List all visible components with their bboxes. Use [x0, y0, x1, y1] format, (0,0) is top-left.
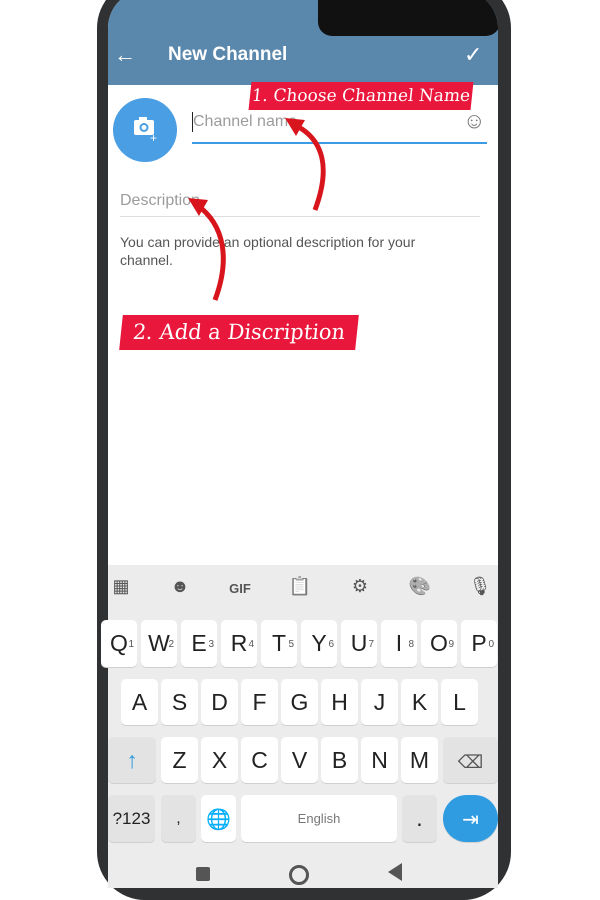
sticker-icon[interactable]: ☻	[165, 576, 195, 597]
key-m[interactable]: M	[401, 737, 438, 783]
key-k[interactable]: K	[401, 679, 438, 725]
next-field-icon: ⇥	[462, 809, 479, 831]
settings-icon[interactable]: ⚙	[345, 576, 375, 597]
key-l[interactable]: L	[441, 679, 478, 725]
key-label: T	[271, 630, 287, 656]
key-e[interactable]: E3	[181, 620, 217, 667]
key-hint: 8	[408, 639, 414, 650]
key-z[interactable]: Z	[161, 737, 198, 783]
key-label: ,	[176, 810, 181, 827]
key-q[interactable]: Q1	[101, 620, 137, 667]
key-hint: 0	[488, 639, 494, 650]
key-a[interactable]: A	[121, 679, 158, 725]
key-h[interactable]: H	[321, 679, 358, 725]
key-label: Z	[172, 747, 187, 773]
navigation-bar	[108, 855, 498, 888]
key-v[interactable]: V	[281, 737, 318, 783]
home-button[interactable]	[289, 865, 309, 885]
key-label: Q	[110, 630, 128, 656]
annotation-step-1: 1. Choose Channel Name	[248, 82, 474, 110]
backspace-icon: ⌫	[457, 752, 484, 772]
key-j[interactable]: J	[361, 679, 398, 725]
key-hint: 2	[168, 639, 174, 650]
period-key[interactable]: .	[402, 795, 437, 842]
key-label: P	[471, 630, 487, 656]
key-c[interactable]: C	[241, 737, 278, 783]
key-label: D	[211, 689, 228, 715]
key-label: X	[211, 747, 228, 773]
key-label: M	[409, 747, 430, 773]
key-label: B	[331, 747, 348, 773]
gif-button[interactable]: GIF	[225, 581, 255, 596]
recents-button[interactable]	[196, 867, 210, 881]
globe-icon: 🌐	[206, 809, 231, 831]
key-hint: 7	[368, 639, 374, 650]
key-label: J	[373, 689, 386, 715]
key-g[interactable]: G	[281, 679, 318, 725]
key-label: English	[297, 811, 341, 826]
key-y[interactable]: Y6	[301, 620, 337, 667]
key-p[interactable]: P0	[461, 620, 497, 667]
enter-key[interactable]: ⇥	[443, 795, 498, 842]
key-label: U	[350, 630, 368, 656]
key-o[interactable]: O9	[421, 620, 457, 667]
key-d[interactable]: D	[201, 679, 238, 725]
key-s[interactable]: S	[161, 679, 198, 725]
mic-icon[interactable]: 🎙	[465, 576, 495, 597]
key-label: E	[191, 630, 207, 656]
key-n[interactable]: N	[361, 737, 398, 783]
arrow-2	[195, 202, 226, 301]
key-hint: 1	[128, 639, 134, 650]
key-hint: 6	[328, 639, 334, 650]
key-hint: 9	[448, 639, 454, 650]
key-label: K	[411, 689, 428, 715]
space-key[interactable]: English	[241, 795, 397, 842]
key-w[interactable]: W2	[141, 620, 177, 667]
key-hint: 4	[248, 639, 254, 650]
key-x[interactable]: X	[201, 737, 238, 783]
key-label: F	[252, 689, 267, 715]
key-label: L	[453, 689, 466, 715]
key-hint: 5	[288, 639, 294, 650]
key-label: N	[371, 747, 388, 773]
palette-icon[interactable]: 🎨	[405, 576, 435, 597]
key-f[interactable]: F	[241, 679, 278, 725]
key-label: V	[291, 747, 308, 773]
key-u[interactable]: U7	[341, 620, 377, 667]
clipboard-icon[interactable]: 📋	[285, 576, 315, 597]
key-label: ?123	[112, 809, 151, 828]
key-label: R	[230, 630, 248, 656]
key-label: S	[171, 689, 188, 715]
key-b[interactable]: B	[321, 737, 358, 783]
key-label: .	[416, 805, 423, 831]
key-label: Y	[311, 630, 327, 656]
shift-icon: ↑	[126, 747, 138, 773]
emoji-comma-key[interactable]: ,	[161, 795, 196, 842]
key-label: H	[331, 689, 348, 715]
key-r[interactable]: R4	[221, 620, 257, 667]
symbols-key[interactable]: ?123	[108, 795, 155, 842]
arrow-1	[293, 122, 326, 211]
apps-icon[interactable]: ▦	[106, 576, 136, 597]
key-label: C	[251, 747, 268, 773]
annotation-step-2: 2. Add a Discription	[119, 315, 359, 350]
shift-key[interactable]: ↑	[108, 737, 156, 783]
key-label: I	[395, 630, 403, 656]
back-nav-button[interactable]	[388, 863, 402, 881]
key-label: G	[290, 689, 309, 715]
key-label: O	[430, 630, 448, 656]
key-t[interactable]: T5	[261, 620, 297, 667]
key-i[interactable]: I8	[381, 620, 417, 667]
key-label: A	[131, 689, 148, 715]
key-label: W	[148, 630, 170, 656]
language-key[interactable]: 🌐	[201, 795, 236, 842]
key-hint: 3	[208, 639, 214, 650]
backspace-key[interactable]: ⌫	[443, 737, 498, 783]
